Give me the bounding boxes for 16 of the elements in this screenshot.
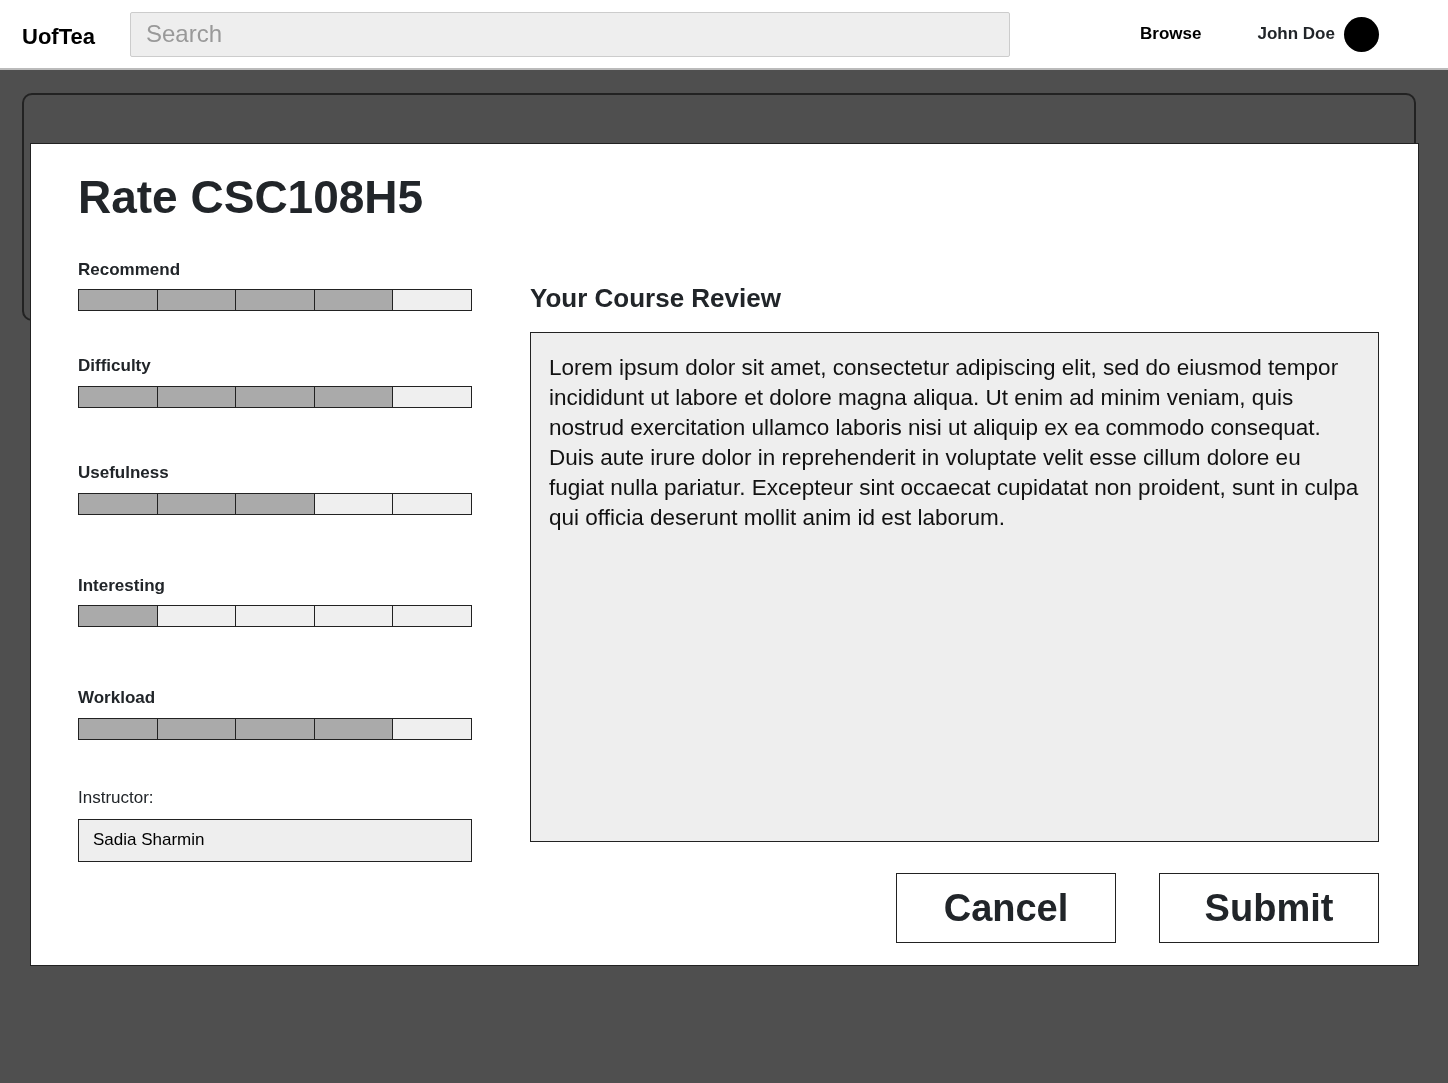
nav-link[interactable]: Browse	[1140, 21, 1202, 47]
instructor-field[interactable]: Sadia Sharmin	[78, 818, 472, 862]
rating-label: Recommend	[78, 260, 182, 280]
dialog-title: Rate CSC108H5	[78, 172, 425, 223]
instructor-label: Instructor:	[78, 787, 155, 810]
rating-label: Interesting	[78, 576, 166, 596]
rating-label: Difficulty	[78, 357, 152, 376]
review-textarea[interactable]: Lorem ipsum dolor sit amet, consectetur adipiscing elit, sed do eiusmod tempor incididunt ut labore et dolore magna aliqua. Ut enim ad minim veniam, quis nostrud exercitation ullamco laboris nisi ut aliquip ex ea commodo consequat. Duis aute irure dolor in reprehenderit in voluptate velit esse cillum dolore eu fugiat nulla pariatur. Excepteur sint occaecat cupidatat non proident, sunt in culpa qui officia deserunt mollit anim id est laborum.	[530, 331, 1379, 842]
user-name[interactable]: John Doe	[1257, 21, 1335, 47]
search-field[interactable]: Search	[130, 11, 1010, 57]
submit-button[interactable]: Submit	[1159, 872, 1379, 943]
rating-label: Usefulness	[78, 463, 170, 483]
cancel-button[interactable]: Cancel	[896, 872, 1116, 943]
review-heading: Your Course Review	[530, 281, 782, 315]
brand-logo[interactable]: UofTea	[22, 19, 130, 53]
rating-label: Workload	[78, 689, 157, 709]
